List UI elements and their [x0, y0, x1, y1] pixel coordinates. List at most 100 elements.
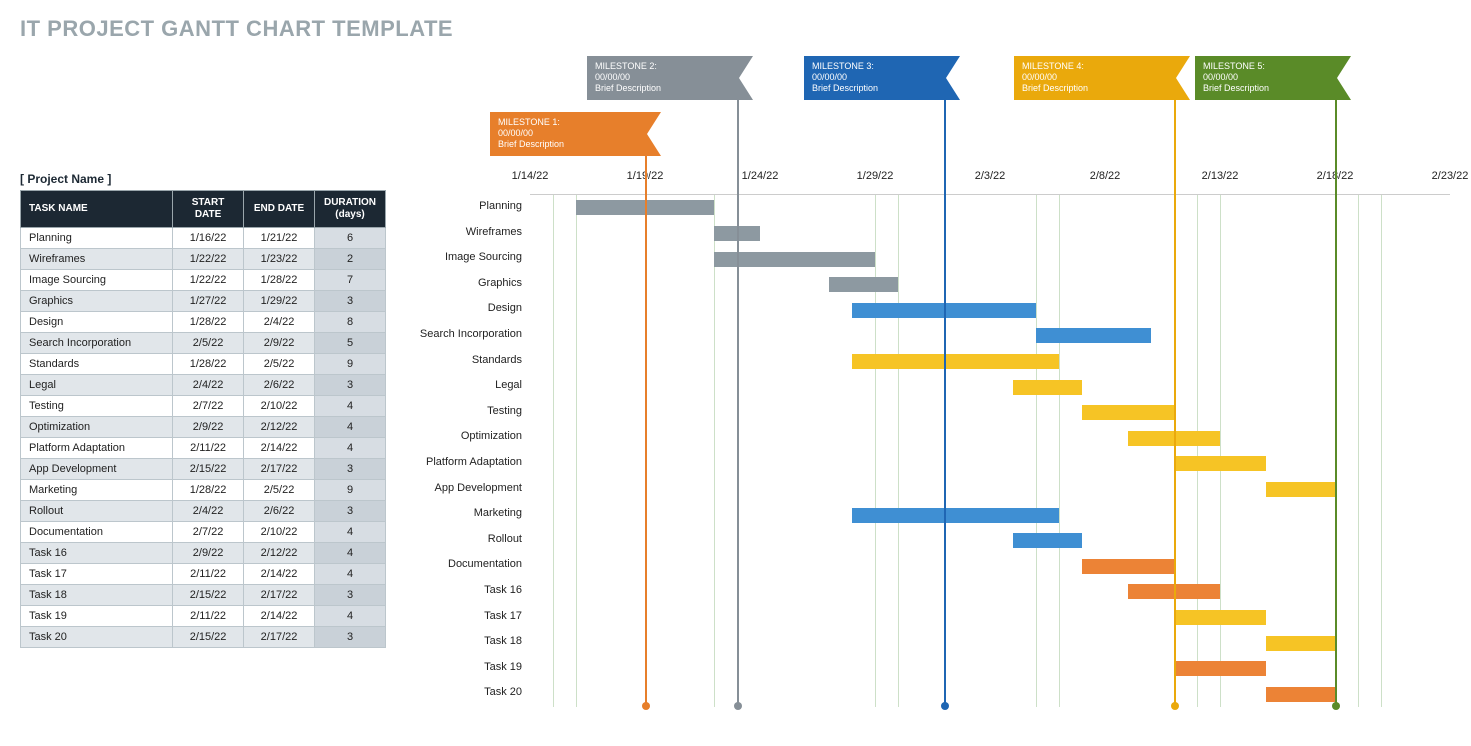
project-name-label: [ Project Name ] — [20, 172, 111, 186]
table-row: Testing2/7/222/10/224 — [21, 396, 386, 417]
cell-start: 1/22/22 — [173, 270, 244, 291]
table-row: Search Incorporation2/5/222/9/225 — [21, 333, 386, 354]
gantt-bar — [829, 277, 898, 292]
cell-duration: 9 — [315, 480, 386, 501]
cell-duration: 3 — [315, 459, 386, 480]
milestone-title: MILESTONE 5: — [1203, 61, 1265, 71]
gridline — [1059, 195, 1060, 707]
cell-duration: 4 — [315, 522, 386, 543]
cell-end: 2/6/22 — [244, 375, 315, 396]
gantt-row-label: Wireframes — [410, 220, 530, 246]
cell-end: 2/14/22 — [244, 438, 315, 459]
cell-end: 2/17/22 — [244, 459, 315, 480]
cell-duration: 3 — [315, 585, 386, 606]
th-name: TASK NAME — [21, 191, 173, 228]
table-row: Legal2/4/222/6/223 — [21, 375, 386, 396]
milestone-desc: Brief Description — [1022, 83, 1088, 93]
milestone-dot-icon — [1171, 702, 1179, 710]
table-row: Rollout2/4/222/6/223 — [21, 501, 386, 522]
cell-end: 1/21/22 — [244, 228, 315, 249]
date-tick: 2/8/22 — [1090, 170, 1121, 182]
milestone-desc: Brief Description — [595, 83, 661, 93]
milestone-date: 00/00/00 — [1022, 72, 1057, 82]
cell-duration: 4 — [315, 606, 386, 627]
gantt-row-label: Task 19 — [410, 655, 530, 681]
cell-start: 2/11/22 — [173, 564, 244, 585]
milestone-flag: MILESTONE 3: 00/00/00 Brief Description — [804, 56, 960, 100]
gantt-bar — [1036, 328, 1151, 343]
th-end: END DATE — [244, 191, 315, 228]
milestone-desc: Brief Description — [498, 139, 564, 149]
cell-name: Image Sourcing — [21, 270, 173, 291]
gantt-row-label: Standards — [410, 348, 530, 374]
cell-start: 2/7/22 — [173, 522, 244, 543]
cell-start: 1/28/22 — [173, 312, 244, 333]
table-row: Task 182/15/222/17/223 — [21, 585, 386, 606]
cell-start: 2/11/22 — [173, 438, 244, 459]
milestone-flag: MILESTONE 5: 00/00/00 Brief Description — [1195, 56, 1351, 100]
milestone-dot-icon — [1332, 702, 1340, 710]
cell-start: 1/28/22 — [173, 480, 244, 501]
gantt-bar — [1174, 456, 1266, 471]
cell-name: Platform Adaptation — [21, 438, 173, 459]
cell-name: Design — [21, 312, 173, 333]
table-row: Wireframes1/22/221/23/222 — [21, 249, 386, 270]
cell-duration: 3 — [315, 375, 386, 396]
cell-name: Standards — [21, 354, 173, 375]
gridline — [576, 195, 577, 707]
cell-name: Documentation — [21, 522, 173, 543]
gantt-bar — [1082, 559, 1174, 574]
cell-start: 1/27/22 — [173, 291, 244, 312]
gridline — [1220, 195, 1221, 707]
gantt-plot — [530, 194, 1450, 706]
milestone-line — [645, 156, 647, 706]
gantt-row-label: Search Incorporation — [410, 322, 530, 348]
cell-end: 2/17/22 — [244, 627, 315, 648]
cell-end: 2/14/22 — [244, 564, 315, 585]
table-row: Standards1/28/222/5/229 — [21, 354, 386, 375]
cell-duration: 3 — [315, 501, 386, 522]
gantt-row-label: Legal — [410, 373, 530, 399]
cell-end: 2/5/22 — [244, 480, 315, 501]
cell-start: 1/28/22 — [173, 354, 244, 375]
date-tick: 2/3/22 — [975, 170, 1006, 182]
gridline — [1358, 195, 1359, 707]
table-row: Documentation2/7/222/10/224 — [21, 522, 386, 543]
gantt-row-label: Task 16 — [410, 578, 530, 604]
cell-name: Rollout — [21, 501, 173, 522]
milestone-line — [1174, 100, 1176, 706]
cell-end: 2/17/22 — [244, 585, 315, 606]
cell-end: 2/6/22 — [244, 501, 315, 522]
th-dur: DURATION (days) — [315, 191, 386, 228]
date-tick: 2/13/22 — [1202, 170, 1239, 182]
gantt-row-label: Marketing — [410, 501, 530, 527]
cell-name: Legal — [21, 375, 173, 396]
gridline — [714, 195, 715, 707]
cell-duration: 8 — [315, 312, 386, 333]
cell-duration: 4 — [315, 396, 386, 417]
gridline — [1381, 195, 1382, 707]
cell-duration: 2 — [315, 249, 386, 270]
gantt-bar — [1174, 610, 1266, 625]
gridline — [553, 195, 554, 707]
table-row: Design1/28/222/4/228 — [21, 312, 386, 333]
gantt-bar — [1013, 533, 1082, 548]
cell-start: 2/15/22 — [173, 627, 244, 648]
cell-end: 2/4/22 — [244, 312, 315, 333]
cell-name: Task 19 — [21, 606, 173, 627]
cell-duration: 7 — [315, 270, 386, 291]
cell-end: 2/10/22 — [244, 522, 315, 543]
cell-name: Planning — [21, 228, 173, 249]
cell-name: App Development — [21, 459, 173, 480]
cell-end: 1/29/22 — [244, 291, 315, 312]
cell-name: Wireframes — [21, 249, 173, 270]
milestone-flag: MILESTONE 2: 00/00/00 Brief Description — [587, 56, 753, 100]
table-row: Task 162/9/222/12/224 — [21, 543, 386, 564]
cell-end: 2/10/22 — [244, 396, 315, 417]
cell-start: 2/15/22 — [173, 585, 244, 606]
milestone-date: 00/00/00 — [1203, 72, 1238, 82]
gantt-row-label: Design — [410, 296, 530, 322]
gantt-row-label: Rollout — [410, 527, 530, 553]
cell-end: 2/5/22 — [244, 354, 315, 375]
milestone-dot-icon — [734, 702, 742, 710]
